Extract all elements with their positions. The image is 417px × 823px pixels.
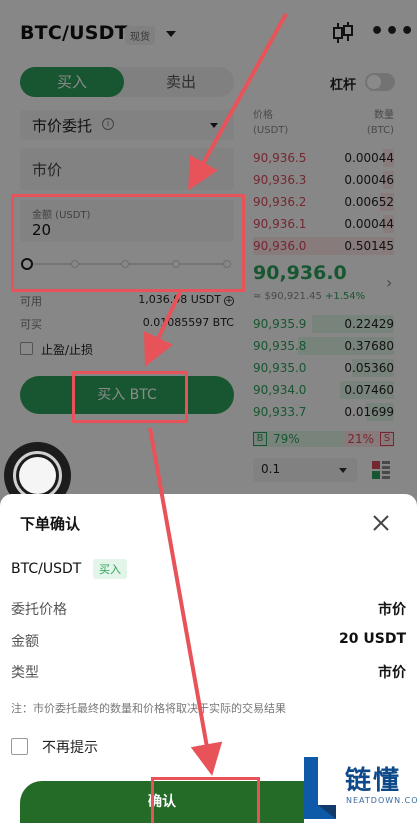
confirm-row-value: 市价 [378,602,406,618]
floating-button-core [19,457,56,494]
confirm-row-key: 类型 [11,665,39,681]
highlight-confirm-box [151,777,260,823]
neatdown-logo: 链懂 NEATDOWN.COM [300,752,417,823]
logo-domain: NEATDOWN.COM [346,796,417,805]
no-remind-checkbox[interactable] [11,738,28,755]
close-icon[interactable] [372,514,390,532]
logo-name: 链懂 [345,766,402,796]
confirm-row-value: 20 USDT [339,631,406,647]
no-remind-label: 不再提示 [42,740,98,756]
highlight-buy-box [72,371,188,423]
sheet-title: 下单确认 [20,515,81,533]
confirm-pair: BTC/USDT [11,561,82,577]
confirm-row-key: 金额 [11,634,39,650]
confirm-row: 类型 市价 [11,662,406,682]
side-tag: 买入 [93,559,127,579]
confirm-row: 金额 20 USDT [11,631,406,651]
logo-mark [304,757,336,819]
confirm-row-value: 市价 [378,665,406,681]
highlight-amount-box [11,194,245,292]
confirm-row: 委托价格 市价 [11,599,406,619]
market-order-note: 注：市价委托最终的数量和价格将取决于实际的交易结果 [11,702,286,715]
confirm-row-key: 委托价格 [11,602,67,618]
